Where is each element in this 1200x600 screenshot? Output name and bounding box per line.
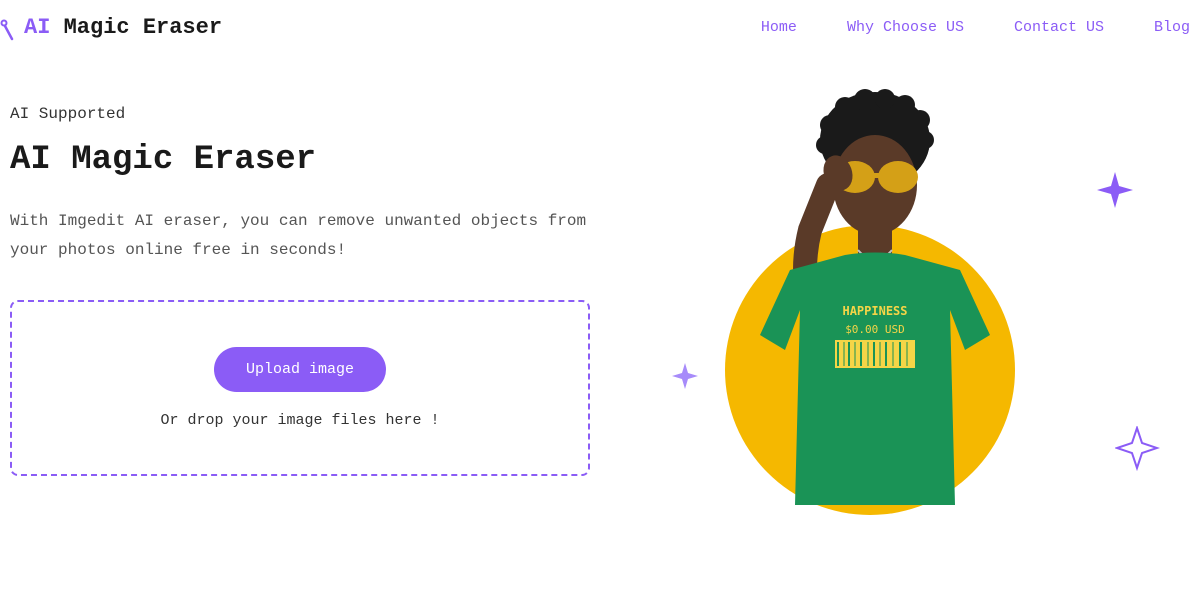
header: AI Magic Eraser Home Why Choose US Conta…	[0, 0, 1200, 55]
nav-link-home[interactable]: Home	[761, 19, 797, 36]
nav-link-blog[interactable]: Blog	[1154, 19, 1190, 36]
hero-image-section: HAPPINESS $0.00 USD	[650, 105, 1190, 476]
sparkle-icon	[1095, 170, 1135, 215]
hero-section: AI Supported AI Magic Eraser With Imgedi…	[10, 105, 590, 476]
sparkle-icon	[1115, 426, 1160, 476]
upload-button[interactable]: Upload image	[214, 347, 386, 392]
nav-link-why-choose[interactable]: Why Choose US	[847, 19, 964, 36]
logo-icon	[0, 19, 18, 37]
sparkle-icon	[670, 361, 700, 396]
upload-dropzone[interactable]: Upload image Or drop your image files he…	[10, 300, 590, 476]
nav-link-contact[interactable]: Contact US	[1014, 19, 1104, 36]
hero-description: With Imgedit AI eraser, you can remove u…	[10, 207, 590, 265]
page-title: AI Magic Eraser	[10, 141, 590, 179]
main-content: AI Supported AI Magic Eraser With Imgedi…	[0, 55, 1200, 476]
svg-text:$0.00 USD: $0.00 USD	[845, 323, 905, 336]
logo-text: AI Magic Eraser	[24, 15, 222, 40]
hero-person-illustration: HAPPINESS $0.00 USD	[710, 85, 1030, 505]
drop-hint-text: Or drop your image files here !	[32, 412, 568, 429]
logo-ai-text: AI	[24, 15, 50, 40]
main-nav: Home Why Choose US Contact US Blog	[761, 19, 1190, 36]
logo[interactable]: AI Magic Eraser	[0, 15, 222, 40]
svg-text:HAPPINESS: HAPPINESS	[842, 304, 907, 318]
supported-label: AI Supported	[10, 105, 590, 123]
logo-rest-text: Magic Eraser	[50, 15, 222, 40]
